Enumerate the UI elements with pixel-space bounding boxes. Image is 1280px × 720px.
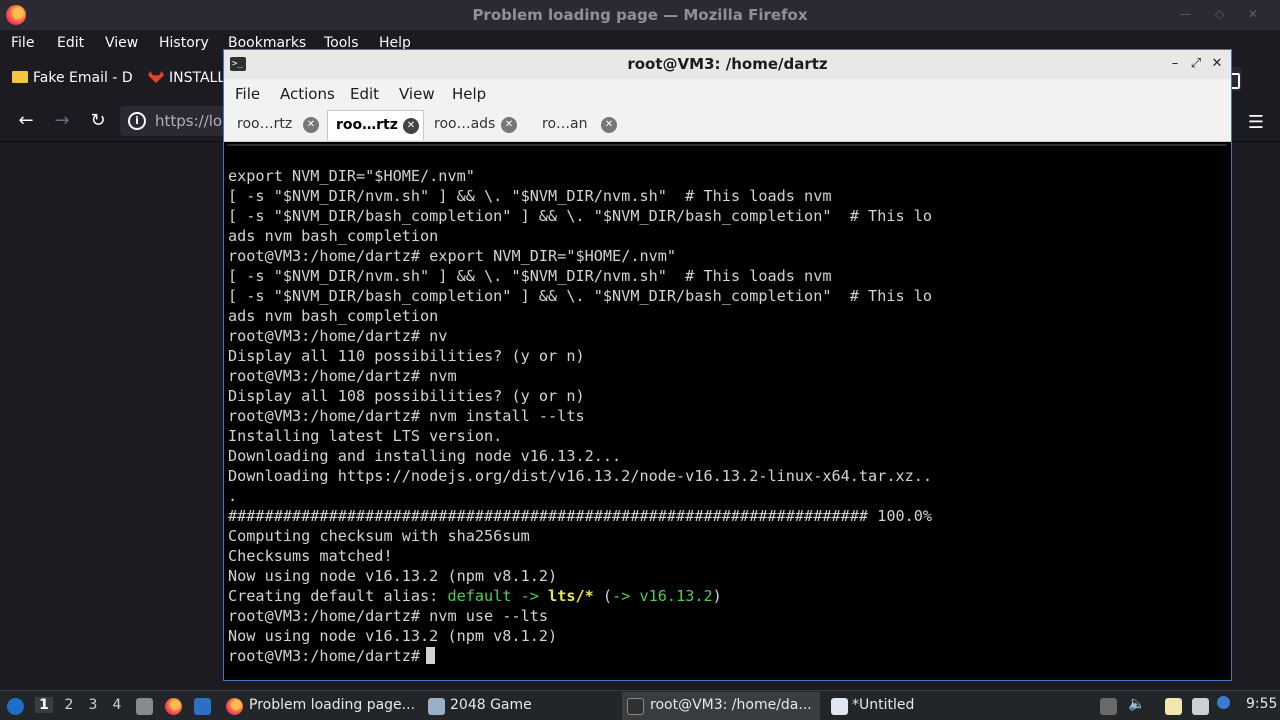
volume-icon[interactable]: 🔈	[1128, 696, 1145, 712]
terminal-title: root@VM3: /home/dartz	[627, 55, 828, 73]
tab-close-icon[interactable]: ✕	[403, 118, 419, 134]
term-menu-actions[interactable]: Actions	[280, 85, 335, 103]
terminal-cursor	[426, 647, 436, 664]
text-editor-icon	[831, 698, 848, 715]
terminal-menubar: File Actions Edit View Help	[224, 79, 1231, 109]
task-text-editor[interactable]: *Untitled	[826, 692, 1026, 720]
terminal-line: [ -s "$NVM_DIR/nvm.sh" ] && \. "$NVM_DIR…	[228, 267, 832, 285]
term-menu-edit[interactable]: Edit	[350, 85, 379, 103]
ff-menu-view[interactable]: View	[105, 35, 138, 51]
terminal-tab-1[interactable]: roo…rtz ✕	[227, 110, 327, 140]
bookmark-fake-email[interactable]: Fake Email - D	[12, 70, 133, 86]
terminal-line: root@VM3:/home/dartz# export NVM_DIR="$H…	[228, 247, 677, 265]
reload-icon[interactable]: ↻	[87, 110, 109, 132]
ff-menu-history[interactable]: History	[159, 35, 209, 51]
terminal-tab-4[interactable]: ro…an ✕	[526, 110, 626, 140]
gitlab-icon	[148, 71, 164, 83]
terminal-prompt: root@VM3:/home/dartz#	[228, 647, 421, 665]
clipboard-icon[interactable]	[1165, 698, 1182, 715]
terminal-line: ads nvm bash_completion	[228, 307, 439, 325]
hamburger-menu-icon[interactable]: ☰	[1248, 112, 1264, 133]
desktop-icon[interactable]	[194, 698, 211, 715]
info-icon[interactable]: i	[128, 112, 146, 130]
terminal-line: Now using node v16.13.2 (npm v8.1.2)	[228, 567, 558, 585]
firefox-icon	[226, 698, 243, 715]
terminal-prompt-line[interactable]: root@VM3:/home/dartz#	[228, 646, 932, 666]
tab-close-icon[interactable]: ✕	[601, 117, 617, 133]
tray-eject-icon[interactable]	[1100, 698, 1117, 715]
terminal-line: Checksums matched!	[228, 547, 393, 565]
terminal-line: [ -s "$NVM_DIR/nvm.sh" ] && \. "$NVM_DIR…	[228, 187, 832, 205]
terminal-line: [ -s "$NVM_DIR/bash_completion" ] && \. …	[228, 207, 933, 225]
terminal-lines: export NVM_DIR="$HOME/.nvm" [ -s "$NVM_D…	[228, 166, 932, 666]
back-arrow-icon[interactable]: ←	[15, 110, 37, 132]
file-manager-icon[interactable]	[136, 698, 153, 715]
minimize-icon[interactable]: –	[1166, 54, 1184, 74]
envelope-icon	[12, 71, 28, 83]
close-icon[interactable]: ✕	[1208, 54, 1226, 74]
network-icon[interactable]	[1192, 698, 1209, 715]
firefox-window-title: Problem loading page — Mozilla Firefox	[472, 6, 808, 24]
firefox-titlebar: Problem loading page — Mozilla Firefox —…	[0, 0, 1280, 30]
terminal-line: Downloading and installing node v16.13.2…	[228, 447, 622, 465]
firefox-launcher-icon[interactable]	[165, 698, 182, 715]
terminal-line: Computing checksum with sha256sum	[228, 527, 530, 545]
tab-close-icon[interactable]: ✕	[303, 117, 319, 133]
terminal-output[interactable]: export NVM_DIR="$HOME/.nvm" [ -s "$NVM_D…	[227, 144, 1227, 678]
terminal-line: Now using node v16.13.2 (npm v8.1.2)	[228, 627, 558, 645]
task-terminal[interactable]: root@VM3: /home/da...	[622, 692, 820, 720]
workspace-1[interactable]: 1	[35, 697, 53, 713]
url-bar[interactable]: i https://loc	[120, 106, 240, 136]
terminal-alias-line: Creating default alias: default -> lts/*…	[228, 587, 722, 605]
terminal-titlebar[interactable]: >_ root@VM3: /home/dartz – ⤢ ✕	[224, 50, 1231, 79]
ff-menu-edit[interactable]: Edit	[57, 35, 84, 51]
ff-menu-file[interactable]: File	[11, 35, 34, 51]
notification-icon[interactable]	[1217, 696, 1230, 709]
forward-arrow-icon[interactable]: →	[51, 110, 73, 132]
terminal-line: Display all 110 possibilities? (y or n)	[228, 347, 585, 365]
window-icon	[428, 698, 445, 715]
terminal-line: Installing latest LTS version.	[228, 427, 503, 445]
clock: 9:55	[1246, 696, 1278, 712]
term-menu-view[interactable]: View	[399, 85, 435, 103]
terminal-line: .	[228, 487, 238, 505]
terminal-icon	[627, 698, 644, 715]
task-firefox[interactable]: Problem loading page...	[222, 692, 418, 720]
workspace-3[interactable]: 3	[86, 697, 100, 713]
term-menu-file[interactable]: File	[235, 85, 260, 103]
terminal-line: root@VM3:/home/dartz# nvm	[228, 367, 457, 385]
terminal-line: Display all 108 possibilities? (y or n)	[228, 387, 585, 405]
workspace-4[interactable]: 4	[110, 697, 124, 713]
terminal-line: root@VM3:/home/dartz# nvm install --lts	[228, 407, 585, 425]
workspace-2[interactable]: 2	[62, 697, 76, 713]
firefox-window-controls[interactable]: — ◇ ✕	[1179, 7, 1268, 21]
app-menu-icon[interactable]	[7, 698, 24, 715]
terminal-tab-3[interactable]: roo…ads ✕	[424, 110, 526, 140]
terminal-line: [ -s "$NVM_DIR/bash_completion" ] && \. …	[228, 287, 933, 305]
terminal-line: root@VM3:/home/dartz# nv	[228, 327, 448, 345]
term-menu-help[interactable]: Help	[452, 85, 486, 103]
terminal-line: Downloading https://nodejs.org/dist/v16.…	[228, 467, 933, 485]
bookmark-install[interactable]: INSTALL	[148, 70, 225, 86]
url-text[interactable]: https://loc	[155, 112, 230, 130]
terminal-line: ads nvm bash_completion	[228, 227, 439, 245]
terminal-line: export NVM_DIR="$HOME/.nvm"	[228, 167, 475, 185]
tab-close-icon[interactable]: ✕	[501, 117, 517, 133]
taskbar: 1 2 3 4 Problem loading page... 2048 Gam…	[0, 690, 1280, 720]
terminal-tabbar: roo…rtz ✕ roo…rtz ✕ roo…ads ✕ ro…an ✕	[224, 109, 1231, 142]
terminal-line: ########################################…	[228, 507, 933, 525]
task-2048-game[interactable]: 2048 Game	[424, 692, 614, 720]
terminal-line: root@VM3:/home/dartz# nvm use --lts	[228, 607, 549, 625]
terminal-window: >_ root@VM3: /home/dartz – ⤢ ✕ File Acti…	[223, 49, 1232, 681]
maximize-icon[interactable]: ⤢	[1187, 54, 1205, 74]
terminal-tab-2[interactable]: roo…rtz ✕	[327, 110, 424, 140]
